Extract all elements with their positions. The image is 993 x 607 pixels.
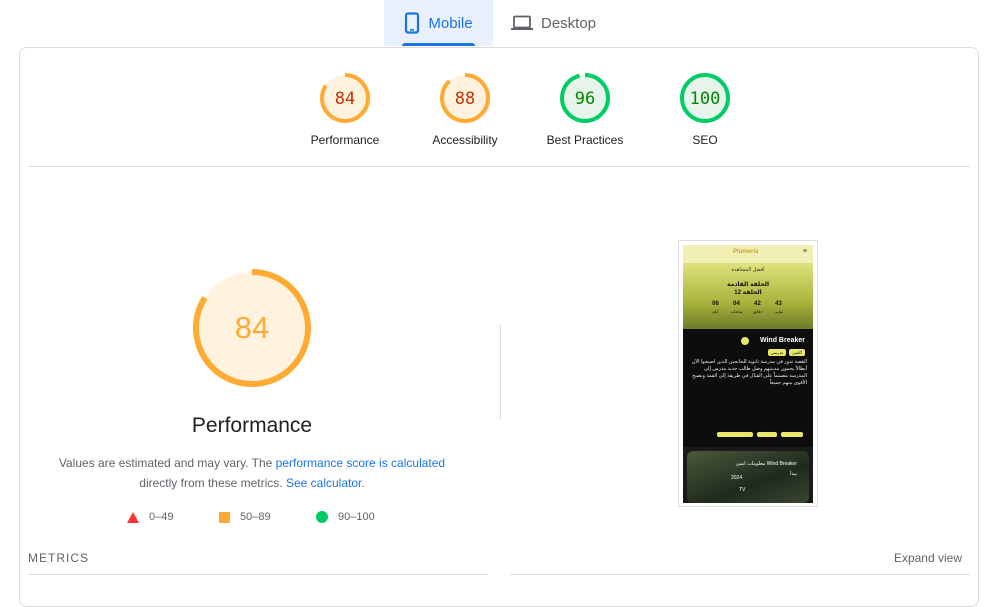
gauge-ring: 88 [440, 73, 490, 123]
gauge-score: 96 [575, 89, 595, 109]
countdown-cell: 04 ساعات [728, 301, 745, 315]
countdown-unit: ثواني [774, 309, 783, 314]
info-year: 2024 [731, 475, 743, 481]
device-tabs: Mobile Desktop [384, 0, 609, 46]
menu-icon: ≡ [802, 248, 807, 255]
show-card: Wind Breaker مدرسي أكشن القصة تدور في مد… [683, 329, 813, 447]
tab-desktop-label: Desktop [541, 14, 597, 32]
desc-text: directly from these metrics. [139, 476, 283, 490]
expand-view-toggle[interactable]: Expand view [894, 551, 962, 565]
episode-label: الحلقة 12 [734, 290, 762, 296]
gauge-ring: 100 [680, 73, 730, 123]
screenshot-content: Plumeria ≡ أفضل المشاهدة الحلقة القادمة … [683, 245, 813, 503]
info-title: معلومات انمي Wind Breaker [735, 461, 797, 467]
performance-score: 84 [235, 310, 269, 345]
gauge-label: SEO [692, 133, 718, 147]
square-icon [219, 511, 230, 523]
genre-badges: مدرسي أكشن [767, 349, 805, 356]
performance-title: Performance [191, 414, 313, 437]
tab-desktop[interactable]: Desktop [493, 0, 609, 46]
legend-pass: 90–100 [316, 511, 375, 523]
category-gauges: 84 Performance 88 Accessibility 96 Best … [285, 72, 765, 147]
countdown-num: 04 [733, 301, 740, 307]
gauge-score: 100 [690, 89, 721, 109]
desc-text: . [361, 476, 365, 490]
legend-average: 50–89 [219, 511, 271, 523]
meta-chip [717, 432, 753, 437]
gauge-label: Performance [310, 133, 380, 147]
countdown-num: 43 [775, 301, 782, 307]
score-calculated-link[interactable]: performance score is calculated [276, 456, 445, 470]
divider [28, 166, 970, 167]
legend-range: 0–49 [149, 511, 174, 523]
gauge-label: Best Practices [546, 133, 624, 147]
gauge-score: 88 [455, 89, 475, 109]
laptop-icon [511, 15, 533, 31]
desc-text: Values are estimated and may vary. The [58, 456, 276, 470]
hero-banner: أفضل المشاهدة الحلقة القادمة الحلقة 12 4… [683, 263, 813, 329]
countdown-unit: دقائق [752, 309, 763, 314]
gauge-performance[interactable]: 84 Performance [285, 72, 405, 147]
genre-badge: مدرسي [767, 349, 787, 356]
circle-icon [316, 511, 328, 523]
site-logo: Plumeria [733, 249, 759, 255]
final-screenshot[interactable]: Plumeria ≡ أفضل المشاهدة الحلقة القادمة … [678, 240, 818, 507]
countdown-num: 42 [754, 301, 761, 307]
countdown-cell: 43 ثواني [770, 301, 787, 315]
info-type: TV [739, 487, 746, 493]
next-episode-label: الحلقة القادمة [726, 282, 770, 288]
metrics-divider [28, 574, 488, 575]
metrics-divider [510, 574, 970, 575]
performance-description: Values are estimated and may vary. The p… [50, 453, 454, 493]
tab-mobile-label: Mobile [428, 14, 473, 32]
report-card: 84 Performance 88 Accessibility 96 Best … [19, 47, 979, 607]
info-card: معلومات انمي Wind Breaker يبدأ 2024 TV [687, 451, 809, 503]
banner-text: أفضل المشاهدة [731, 267, 765, 273]
tv-badge-icon [741, 337, 749, 345]
countdown-cell: 06 أيام [707, 301, 724, 315]
countdown-num: 06 [712, 301, 719, 307]
legend-range: 50–89 [240, 511, 271, 523]
meta-chip [781, 432, 803, 437]
see-calculator-link[interactable]: See calculator [286, 476, 361, 490]
gauge-seo[interactable]: 100 SEO [645, 72, 765, 147]
performance-gauge-large: 84 [191, 267, 313, 394]
info-status: يبدأ [790, 471, 797, 477]
genre-badge: أكشن [789, 349, 805, 356]
synopsis: القصة تدور في مدرسة ثانوية للجانحين الذي… [691, 359, 807, 386]
meta-chip [757, 432, 777, 437]
metrics-heading: METRICS [28, 551, 89, 565]
countdown-unit: أيام [712, 309, 719, 314]
countdown-cell: 42 دقائق [749, 301, 766, 315]
countdown-unit: ساعات [730, 309, 743, 314]
legend-range: 90–100 [338, 511, 375, 523]
triangle-icon [127, 511, 139, 523]
show-title: Wind Breaker [759, 337, 805, 344]
gauge-ring: 96 [560, 73, 610, 123]
site-header: Plumeria ≡ [683, 245, 813, 263]
phone-icon [404, 12, 420, 34]
vertical-divider [500, 324, 501, 420]
gauge-label: Accessibility [432, 133, 498, 147]
legend-fail: 0–49 [127, 511, 173, 523]
gauge-accessibility[interactable]: 88 Accessibility [405, 72, 525, 147]
gauge-score: 84 [335, 89, 355, 109]
tab-mobile[interactable]: Mobile [384, 0, 493, 46]
gauge-ring: 84 [320, 73, 370, 123]
info-section: معلومات انمي Wind Breaker يبدأ 2024 TV [683, 447, 813, 503]
gauge-best-practices[interactable]: 96 Best Practices [525, 72, 645, 147]
score-legend: 0–49 50–89 90–100 [20, 511, 500, 527]
countdown: 43 ثواني 42 دقائق 04 ساعات 06 أيام [707, 301, 787, 315]
